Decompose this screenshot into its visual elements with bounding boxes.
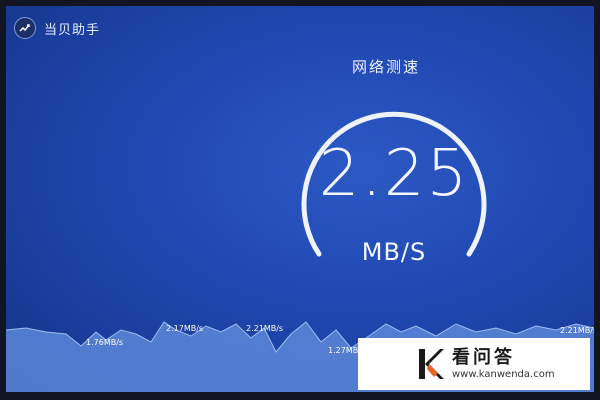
graph-label: 1.76MB/s	[86, 338, 124, 347]
watermark-banner: 看问答 www.kanwenda.com	[358, 338, 590, 390]
watermark-logo-icon	[419, 349, 444, 379]
graph-label: 2.21MB/s	[560, 326, 594, 335]
app-logo-icon	[14, 17, 36, 39]
graph-label: 2.17MB/s	[166, 324, 204, 333]
speed-value: 2.25	[318, 137, 470, 211]
tv-screen: 当贝助手 网络测速 2.25 MB/S 1.76MB/s 2.17MB/s 2.…	[6, 6, 594, 392]
watermark-name: 看问答	[452, 347, 515, 368]
page-title: 网络测速	[351, 58, 420, 76]
watermark-url: www.kanwenda.com	[452, 369, 555, 380]
app-header: 当贝助手	[14, 16, 100, 40]
app-name: 当贝助手	[44, 22, 101, 38]
watermark-text: 看问答 www.kanwenda.com	[452, 347, 555, 381]
speed-unit: MB/S	[361, 238, 427, 266]
graph-label: 2.21MB/s	[246, 324, 284, 333]
monitor-frame: 当贝助手 网络测速 2.25 MB/S 1.76MB/s 2.17MB/s 2.…	[0, 0, 600, 400]
